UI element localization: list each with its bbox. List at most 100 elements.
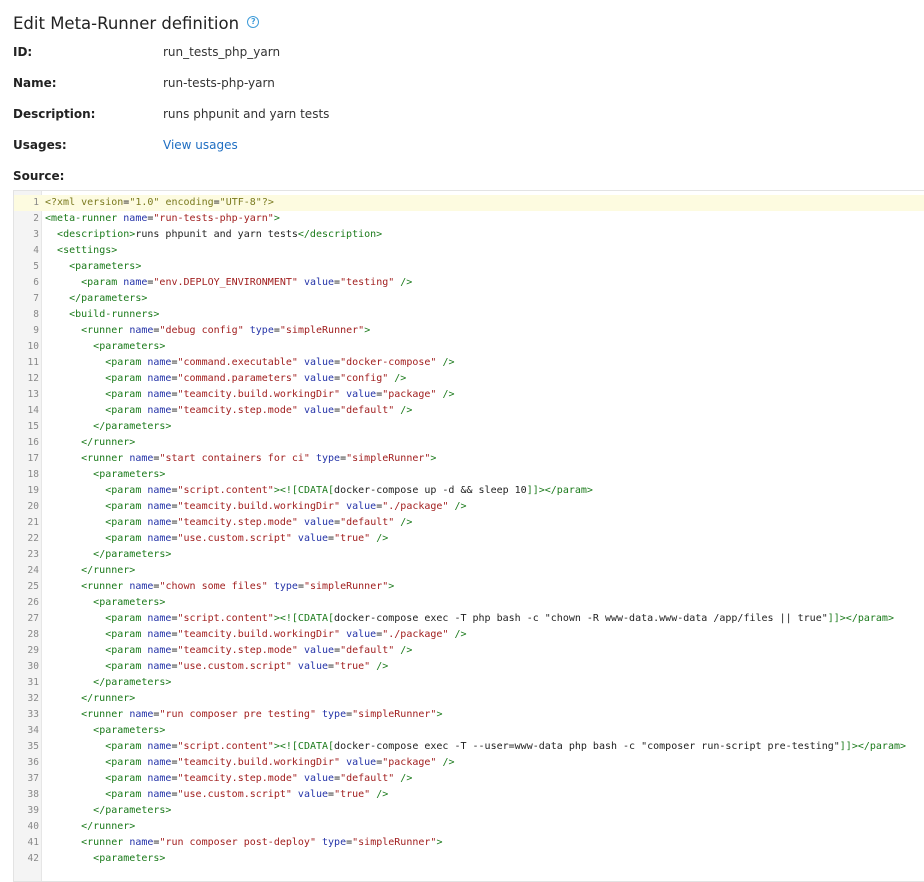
code-text: <runner name="chown some files" type="si… xyxy=(81,581,395,592)
code-line: 14 <param name="teamcity.step.mode" valu… xyxy=(14,403,924,419)
line-number: 16 xyxy=(27,437,39,448)
code-text: <param name="use.custom.script" value="t… xyxy=(105,789,389,800)
code-line: 12 <param name="command.parameters" valu… xyxy=(14,371,924,387)
line-number: 27 xyxy=(27,613,39,624)
description-value: runs phpunit and yarn tests xyxy=(163,107,330,121)
line-number: 23 xyxy=(27,549,39,560)
code-line: 38 <param name="use.custom.script" value… xyxy=(14,787,924,803)
code-text: </runner> xyxy=(81,437,136,448)
code-text: </runner> xyxy=(81,821,136,832)
code-text: <parameters> xyxy=(93,725,166,736)
code-line: 32 </runner> xyxy=(14,691,924,707)
code-line: 6 <param name="env.DEPLOY_ENVIRONMENT" v… xyxy=(14,275,924,291)
code-line: 35 <param name="script.content"><![CDATA… xyxy=(14,739,924,755)
line-number: 12 xyxy=(27,373,39,384)
code-text: <parameters> xyxy=(93,597,166,608)
line-number: 24 xyxy=(27,565,39,576)
code-line: 29 <param name="teamcity.step.mode" valu… xyxy=(14,643,924,659)
line-number: 32 xyxy=(27,693,39,704)
code-text: <param name="teamcity.step.mode" value="… xyxy=(105,405,413,416)
line-number: 1 xyxy=(33,197,39,208)
code-text: <parameters> xyxy=(69,261,142,272)
code-text: <runner name="run composer post-deploy" … xyxy=(81,837,443,848)
code-text: </parameters> xyxy=(93,549,172,560)
code-text: <param name="use.custom.script" value="t… xyxy=(105,533,389,544)
code-text: <param name="teamcity.build.workingDir" … xyxy=(105,389,455,400)
line-number: 14 xyxy=(27,405,39,416)
code-text: <param name="teamcity.build.workingDir" … xyxy=(105,757,455,768)
name-label: Name: xyxy=(13,76,57,90)
line-number: 36 xyxy=(27,757,39,768)
code-text: <settings> xyxy=(57,245,118,256)
code-line: 4 <settings> xyxy=(14,243,924,259)
line-number: 41 xyxy=(27,837,39,848)
line-number: 20 xyxy=(27,501,39,512)
line-number: 29 xyxy=(27,645,39,656)
code-line: 5 <parameters> xyxy=(14,259,924,275)
line-number: 9 xyxy=(33,325,39,336)
line-number: 33 xyxy=(27,709,39,720)
line-number: 7 xyxy=(33,293,39,304)
code-line: 22 <param name="use.custom.script" value… xyxy=(14,531,924,547)
code-line: 42 <parameters> xyxy=(14,851,924,867)
code-text: <param name="teamcity.step.mode" value="… xyxy=(105,517,413,528)
code-line: 3 <description>runs phpunit and yarn tes… xyxy=(14,227,924,243)
code-lines: 1 <?xml version="1.0" encoding="UTF-8"?> 2… xyxy=(14,195,924,867)
line-number: 5 xyxy=(33,261,39,272)
code-line: 17 <runner name="start containers for ci… xyxy=(14,451,924,467)
code-line: 8 <build-runners> xyxy=(14,307,924,323)
code-line: 24 </runner> xyxy=(14,563,924,579)
code-line: 16 </runner> xyxy=(14,435,924,451)
code-line: 39 </parameters> xyxy=(14,803,924,819)
code-line: 30 <param name="use.custom.script" value… xyxy=(14,659,924,675)
code-text: <meta-runner name="run-tests-php-yarn"> xyxy=(45,213,280,224)
code-text: </parameters> xyxy=(93,421,172,432)
line-number: 2 xyxy=(33,213,39,224)
code-line: 1 <?xml version="1.0" encoding="UTF-8"?> xyxy=(14,195,924,211)
code-text: <param name="command.executable" value="… xyxy=(105,357,455,368)
code-line: 34 <parameters> xyxy=(14,723,924,739)
code-text: </runner> xyxy=(81,693,136,704)
page-title-text: Edit Meta-Runner definition xyxy=(13,14,240,33)
code-text: <param name="script.content"><![CDATA[do… xyxy=(105,741,907,752)
id-label: ID: xyxy=(13,45,33,59)
line-number: 39 xyxy=(27,805,39,816)
code-line: 7 </parameters> xyxy=(14,291,924,307)
code-text: <param name="teamcity.build.workingDir" … xyxy=(105,501,467,512)
line-number: 8 xyxy=(33,309,39,320)
code-text: <parameters> xyxy=(93,469,166,480)
code-line: 23 </parameters> xyxy=(14,547,924,563)
code-line: 13 <param name="teamcity.build.workingDi… xyxy=(14,387,924,403)
view-usages-link[interactable]: View usages xyxy=(163,138,238,152)
line-number: 3 xyxy=(33,229,39,240)
code-text: <param name="teamcity.step.mode" value="… xyxy=(105,773,413,784)
line-number: 22 xyxy=(27,533,39,544)
code-text: <param name="teamcity.step.mode" value="… xyxy=(105,645,413,656)
description-label: Description: xyxy=(13,107,96,121)
code-line: 27 <param name="script.content"><![CDATA… xyxy=(14,611,924,627)
code-text: <runner name="run composer pre testing" … xyxy=(81,709,443,720)
line-number: 42 xyxy=(27,853,39,864)
code-line: 10 <parameters> xyxy=(14,339,924,355)
source-editor[interactable]: 1 <?xml version="1.0" encoding="UTF-8"?> 2… xyxy=(13,190,924,882)
line-number: 19 xyxy=(27,485,39,496)
question-circle-icon[interactable]: ? xyxy=(247,16,260,28)
code-text: </parameters> xyxy=(93,677,172,688)
code-text: <build-runners> xyxy=(69,309,160,320)
code-text: </parameters> xyxy=(93,805,172,816)
code-text: </parameters> xyxy=(69,293,148,304)
code-text: <runner name="start containers for ci" t… xyxy=(81,453,437,464)
code-line: 9 <runner name="debug config" type="simp… xyxy=(14,323,924,339)
code-line: 36 <param name="teamcity.build.workingDi… xyxy=(14,755,924,771)
code-line: 21 <param name="teamcity.step.mode" valu… xyxy=(14,515,924,531)
code-line: 41 <runner name="run composer post-deplo… xyxy=(14,835,924,851)
code-line: 25 <runner name="chown some files" type=… xyxy=(14,579,924,595)
code-line: 33 <runner name="run composer pre testin… xyxy=(14,707,924,723)
line-number: 30 xyxy=(27,661,39,672)
line-number: 28 xyxy=(27,629,39,640)
code-text: <?xml version="1.0" encoding="UTF-8"?> xyxy=(45,197,274,208)
code-line: 26 <parameters> xyxy=(14,595,924,611)
id-value: run_tests_php_yarn xyxy=(163,45,281,59)
code-text: <param name="script.content"><![CDATA[do… xyxy=(105,485,593,496)
line-number: 13 xyxy=(27,389,39,400)
